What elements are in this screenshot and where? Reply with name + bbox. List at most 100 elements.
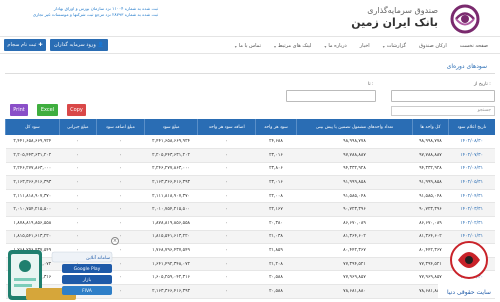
table-cell: ۰ — [59, 148, 97, 163]
brand-title-line2: بانک ایران زمین — [351, 16, 438, 29]
search-input[interactable]: جستجو — [391, 106, 495, 116]
table-cell: ۰ — [59, 189, 97, 204]
table-cell: ۹۷,۷۸۸,۸۸۷ — [412, 148, 449, 163]
table-cell: ۲۱,۲۰۸ — [255, 257, 297, 272]
excel-button[interactable]: Excel — [37, 104, 58, 116]
announce-date-cell: ۱۴۰۲/۰۲/۳۱ — [448, 216, 495, 231]
table-cell: ۲,۱۶۳,۳۶۶,۴۱۶,۳۹۳ — [144, 175, 198, 190]
column-header[interactable]: اضافه سود هر واحد — [197, 119, 256, 135]
table-cell: ۱,۶۰۵,۲۵۹,۰۴۲,۳۱۶ — [144, 270, 198, 286]
column-header[interactable]: مبلغ جبرانی — [58, 119, 97, 135]
table-row: ۱۴۰۲/۰۴/۳۱ ۹۱,۵۸۵,۰۴۸ ۹۱,۵۸۵,۰۴۸ ۲۲,۰۰۸ ۰ ۲,۱… — [5, 189, 495, 204]
table-cell: ۸۰,۴۴۲,۳۶۷ — [296, 243, 413, 258]
table-cell: ۲,۰۱۰,۷۵۴,۲۱۵,۵۰۰ — [5, 202, 60, 218]
table-cell: ۰ — [96, 175, 145, 190]
table-cell: ۱,۸۱۵,۵۴۱,۶۱۳,۲۲۰ — [144, 230, 198, 245]
popup-store-google[interactable]: Google Play — [74, 266, 101, 272]
nav-item-home[interactable]: صفحه نخست — [460, 43, 488, 49]
popup-store-bazaar[interactable]: بازار — [82, 278, 91, 283]
table-cell: ۷۷,۳۹۴,۵۲۱ — [296, 257, 413, 272]
nav-item-news[interactable]: اخبار — [360, 43, 370, 49]
copy-button[interactable]: Copy — [67, 104, 86, 116]
nav-item-reports[interactable]: گزارشات ▾ — [383, 43, 406, 49]
watermark-text: سایت حقوقی دنیا — [447, 289, 491, 296]
table-cell: ۲۳,۸۰۶ — [255, 162, 297, 177]
nav-items: صفحه نخست ارکان صندوق گزارشات ▾ اخبار درب… — [235, 37, 488, 55]
logo-text: صندوق سرمایه‌گذاری بانک ایران زمین — [351, 6, 438, 29]
table-row: ۱۴۰۲/۰۵/۳۱ ۹۱,۹۹۹,۸۵۸ ۹۱,۹۹۹,۸۵۸ ۲۳,۰۱۶ ۰ ۲,۱… — [5, 175, 495, 190]
table-cell: ۰ — [59, 202, 97, 218]
sajam-register-button[interactable]: ✚ ثبت نام سجام — [4, 39, 46, 51]
table-cell: ۷۷,۹۶۹,۸۵۷ — [296, 270, 413, 286]
table-cell: ۰ — [197, 230, 256, 245]
column-header[interactable]: مبلغ اضافه سود — [95, 119, 145, 135]
column-header[interactable]: مبلغ سود — [143, 119, 198, 135]
table-cell: ۱,۸۷۸,۸۱۹,۸۵۶,۵۵۸ — [5, 216, 60, 231]
table-cell: ۲۰,۵۸۸ — [255, 270, 297, 286]
header: ثبت شده به شماره ۱۱۰۰۴ نزد سازمان بورس و… — [0, 0, 500, 36]
nav-item-about[interactable]: درباره ما ▾ — [324, 43, 346, 49]
table-cell: ۲,۲۰۵,۴۴۳,۶۳۱,۲۰۲ — [144, 148, 198, 163]
column-header[interactable]: سود هر واحد — [255, 119, 297, 135]
table-cell: ۰ — [197, 284, 256, 299]
user-plus-icon: ✚ — [38, 42, 43, 48]
table-cell: ۲۲,۱۶۷ — [255, 202, 297, 218]
table-cell: ۰ — [96, 189, 145, 204]
table-cell: ۸۱,۳۶۴,۶۰۲ — [296, 230, 413, 245]
table-cell: ۲۲,۰۰۸ — [255, 189, 297, 204]
table-cell: ۹۴,۳۳۲,۹۲۸ — [412, 162, 449, 177]
column-header[interactable]: کل واحد ها — [412, 119, 449, 135]
nav-item-links[interactable]: لینک های مرتبط ▾ — [274, 43, 311, 49]
date-from-label: تاریخ از : — [474, 82, 491, 87]
nav-item-contact[interactable]: تماس با ما ▾ — [235, 43, 261, 49]
date-to-input[interactable] — [286, 90, 376, 102]
investor-login-button[interactable]: 👤 ورود سرمایه گذاران — [50, 39, 108, 51]
table-cell: ۲,۱۱۱,۸۱۸,۹۰۷,۳۷۰ — [144, 189, 198, 204]
table-cell: ۰ — [197, 148, 256, 163]
bank-logo-icon[interactable] — [446, 4, 484, 34]
table-cell: ۹۸,۹۹۸,۷۷۸ — [412, 135, 449, 150]
chevron-down-icon: ▾ — [382, 43, 385, 49]
table-cell: ۹۷,۷۸۸,۸۸۷ — [296, 148, 413, 163]
date-from-input[interactable] — [391, 90, 495, 102]
popup-close-icon[interactable]: × — [111, 237, 119, 245]
brand-title-line1: صندوق سرمایه‌گذاری — [367, 6, 438, 15]
table-cell: ۲۰,۳۸۰ — [255, 216, 297, 231]
chevron-down-icon: ▾ — [273, 43, 276, 49]
table-cell: ۲,۲۴۶,۲۷۷,۸۶۳,۰۰۰ — [5, 162, 60, 177]
table-cell: ۷۸,۶۸۱,۸۸۰ — [296, 284, 413, 299]
app-promo-graphic: سامانه آنلاین Google Play بازار FIVA — [8, 250, 113, 300]
popup-store-fiva[interactable]: FIVA — [82, 288, 93, 294]
table-cell: ۰ — [197, 270, 256, 286]
table-cell: ۰ — [197, 257, 256, 272]
column-header[interactable]: سود کل — [5, 119, 60, 135]
table-cell: ۲۳,۰۱۶ — [255, 148, 297, 163]
table-cell: ۲۱,۰۳۸ — [255, 230, 297, 245]
column-header[interactable]: تاریخ اعلام سود — [447, 119, 495, 135]
table-cell: ۰ — [197, 175, 256, 190]
table-cell: ۹۱,۹۹۹,۸۵۸ — [296, 175, 413, 190]
table-header-row: تاریخ اعلام سود کل واحد ها تعداد واحدهای م… — [5, 119, 495, 135]
announce-date-cell: ۱۴۰۲/۰۴/۳۱ — [448, 189, 495, 204]
table-cell: ۸۶,۶۷۰,۰۸۹ — [412, 216, 449, 231]
table-row: ۱۴۰۲/۰۶/۳۱ ۹۴,۳۳۲,۹۲۸ ۹۴,۳۳۲,۹۲۸ ۲۳,۸۰۶ ۰ ۲,۲… — [5, 162, 495, 177]
table-cell: ۲,۱۱۱,۸۱۸,۹۰۷,۳۷۰ — [5, 189, 60, 204]
table-cell: ۰ — [197, 243, 256, 258]
registration-info: ثبت شده به شماره ۱۱۰۰۴ نزد سازمان بورس و… — [8, 6, 158, 18]
nav-item-fund-pillars[interactable]: ارکان صندوق — [419, 43, 447, 49]
table-cell: ۰ — [59, 216, 97, 231]
chevron-down-icon: ▾ — [324, 43, 327, 49]
table-row: ۱۴۰۲/۰۸/۳۰ ۹۸,۹۹۸,۷۷۸ ۹۸,۹۹۸,۷۷۸ ۲۴,۶۸۸ ۰ ۲,۴… — [5, 135, 495, 150]
announce-date-cell: ۱۴۰۲/۰۷/۳۰ — [448, 148, 495, 163]
print-button[interactable]: Print — [10, 104, 28, 116]
column-header[interactable]: تعداد واحدهای مشمول تضمین یا پیش بینی — [295, 119, 413, 135]
announce-date-cell: ۱۴۰۲/۰۶/۳۱ — [448, 162, 495, 177]
table-cell: ۲,۴۴۱,۶۵۸,۶۶۹,۹۲۴ — [5, 135, 60, 150]
table-cell: ۹۰,۷۲۳,۳۹۶ — [296, 202, 413, 218]
table-cell: ۲۳,۰۱۶ — [255, 175, 297, 190]
table-cell: ۲,۲۴۶,۲۷۷,۸۶۳,۰۰۰ — [144, 162, 198, 177]
app-promo-popup: سامانه آنلاین Google Play بازار FIVA — [6, 238, 118, 300]
announce-date-cell: ۱۴۰۲/۰۳/۳۱ — [448, 202, 495, 218]
table-cell: ۱,۷۶۸,۷۹۶,۴۳۷,۵۴۹ — [144, 243, 198, 258]
user-icon: 👤 — [97, 42, 104, 48]
